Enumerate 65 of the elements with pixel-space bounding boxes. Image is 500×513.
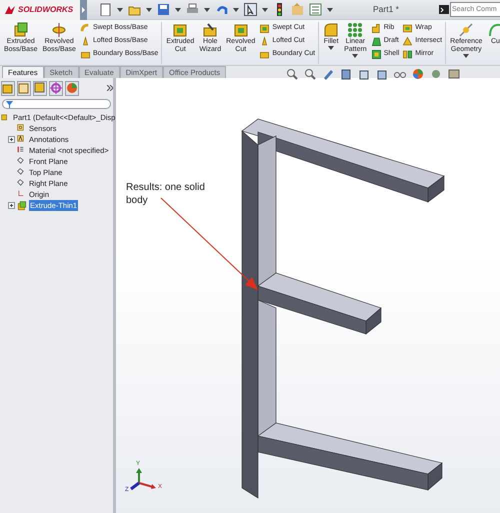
- properties-icon: [18, 82, 30, 94]
- panel-tab[interactable]: [49, 80, 63, 96]
- cut-icon: [232, 22, 249, 38]
- crosshair-icon: [50, 82, 62, 94]
- scene-icon[interactable]: [430, 68, 442, 80]
- rib-icon: [370, 22, 382, 34]
- undo-icon[interactable]: [215, 3, 228, 16]
- caret-icon[interactable]: [327, 8, 333, 12]
- mirror-icon: [402, 48, 414, 60]
- monitor-icon[interactable]: [448, 68, 460, 80]
- filter-field[interactable]: [2, 99, 111, 109]
- caret-icon[interactable]: [175, 8, 181, 12]
- appearance-icon: [66, 82, 78, 94]
- fillet-icon: [323, 22, 340, 38]
- cut-icon: [172, 22, 188, 38]
- logo-text: SOLIDWORKS: [18, 4, 74, 16]
- save-icon[interactable]: [157, 3, 170, 16]
- cube-icon: [12, 22, 29, 38]
- window-title: Part1 *: [372, 3, 400, 16]
- sweep-icon: [80, 22, 91, 34]
- logo-icon: [4, 4, 16, 14]
- list-icon[interactable]: [309, 3, 322, 16]
- caret-icon[interactable]: [146, 8, 152, 12]
- zoom-icon[interactable]: [286, 68, 298, 80]
- panel-tab[interactable]: [1, 80, 15, 96]
- axis-triad-icon: [130, 468, 156, 490]
- caret-icon[interactable]: [233, 8, 239, 12]
- caret-icon[interactable]: [328, 46, 334, 50]
- feature-tree-icon: [2, 82, 14, 94]
- section-icon[interactable]: [340, 68, 352, 80]
- expand-menu-icon[interactable]: [80, 0, 87, 20]
- caret-icon[interactable]: [204, 8, 210, 12]
- filter-icon: [6, 100, 13, 108]
- wrap-icon: [402, 22, 414, 34]
- expand-toggle-icon[interactable]: [8, 202, 15, 209]
- panel-tab[interactable]: [65, 80, 79, 96]
- axis-icon: [458, 22, 474, 38]
- annotation-text: Results: one solid body: [126, 181, 206, 207]
- zoom-icon[interactable]: [304, 68, 316, 80]
- printer-icon[interactable]: [186, 3, 199, 16]
- configuration-icon: [34, 82, 46, 94]
- intersect-icon: [402, 36, 414, 46]
- view-cube-icon[interactable]: [358, 68, 370, 80]
- caret-icon[interactable]: [117, 8, 123, 12]
- hole-icon: [202, 22, 218, 38]
- display-style-icon[interactable]: [376, 68, 388, 80]
- pen-icon[interactable]: [322, 68, 334, 80]
- shell-icon: [370, 48, 382, 60]
- new-document-icon[interactable]: [99, 3, 112, 16]
- curve-icon: [487, 22, 500, 38]
- revolve-icon: [51, 22, 68, 38]
- panel-tab[interactable]: [33, 80, 47, 96]
- cut-icon: [259, 22, 270, 34]
- pointer-icon[interactable]: [244, 3, 257, 16]
- caret-icon[interactable]: [262, 8, 268, 12]
- expand-toggle-icon[interactable]: [8, 136, 15, 143]
- appearance-icon[interactable]: [412, 68, 424, 80]
- draft-icon: [370, 36, 382, 46]
- panel-tab[interactable]: [17, 80, 31, 96]
- caret-icon[interactable]: [352, 54, 358, 58]
- command-prompt-icon: [439, 5, 449, 14]
- pattern-icon: [347, 22, 364, 38]
- chevron-icon[interactable]: [107, 85, 113, 91]
- caret-icon[interactable]: [463, 54, 470, 58]
- cube-icon: [17, 200, 27, 210]
